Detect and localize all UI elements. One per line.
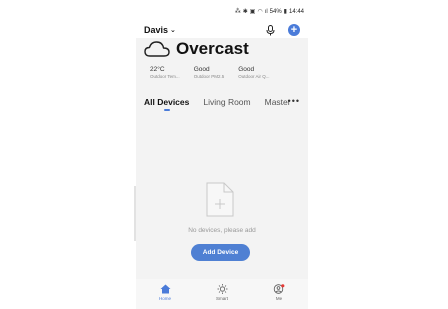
nav-home[interactable]: Home — [150, 284, 180, 301]
add-device-button[interactable]: Add Device — [191, 244, 250, 261]
microphone-button[interactable] — [264, 24, 276, 36]
metric-value: 22°C — [150, 66, 165, 73]
metric-label: Outdoor Tem... — [150, 74, 180, 79]
battery-percent: 54% — [269, 9, 282, 15]
metric-value: Good — [238, 66, 255, 73]
empty-message: No devices, please add — [188, 227, 256, 234]
weather-condition: Overcast — [176, 39, 249, 58]
tab-label: All Devices — [144, 97, 190, 107]
weather-summary: Overcast — [144, 38, 249, 60]
metric-value: Good — [193, 66, 210, 73]
metric-temperature: 22°C Outdoor Tem... — [150, 66, 180, 79]
nav-label: Me — [275, 296, 283, 301]
sun-icon — [217, 284, 227, 294]
metric-label: Outdoor Air Q... — [238, 74, 270, 79]
clock: 14:44 — [288, 9, 304, 15]
more-icon[interactable]: ••• — [288, 96, 300, 106]
nav-smart[interactable]: Smart — [207, 284, 237, 301]
metric-label: Outdoor PM2.5 — [193, 74, 225, 79]
room-tabs: All Devices Living Room Master ••• — [144, 96, 302, 113]
home-name: Davis — [144, 25, 169, 35]
status-bar: ⁂ ✱ ▣ ◠ ıl 54% ▮ 14:44 — [235, 7, 304, 17]
tab-living-room[interactable]: Living Room — [203, 97, 250, 107]
chevron-down-icon: ⌄ — [170, 27, 176, 34]
bottom-nav: Home Smart Me — [136, 279, 308, 309]
add-button[interactable]: + — [288, 24, 300, 36]
profile-icon — [273, 284, 285, 294]
header: Davis ⌄ + — [144, 23, 300, 37]
nav-me[interactable]: Me — [264, 284, 294, 301]
active-tab-indicator — [163, 109, 170, 111]
silent-icon: ▣ — [249, 9, 256, 15]
tab-all-devices[interactable]: All Devices — [144, 97, 190, 111]
battery-icon: ▮ — [283, 9, 287, 15]
nav-label: Smart — [215, 296, 228, 301]
metric-pm25: Good Outdoor PM2.5 — [194, 66, 225, 79]
home-selector[interactable]: Davis ⌄ — [144, 25, 176, 35]
cloud-icon — [144, 41, 170, 57]
microphone-icon — [266, 24, 274, 35]
nfc-icon: ⁂ — [234, 9, 241, 15]
tab-label: Living Room — [203, 97, 251, 107]
empty-document-icon — [206, 182, 234, 217]
metric-air-quality: Good Outdoor Air Q... — [238, 66, 269, 79]
home-icon — [160, 284, 170, 294]
bluetooth-icon: ✱ — [242, 9, 248, 15]
app-screen: ⁂ ✱ ▣ ◠ ıl 54% ▮ 14:44 Davis ⌄ + Overcas… — [136, 0, 308, 309]
weather-metrics: 22°C Outdoor Tem... Good Outdoor PM2.5 G… — [150, 66, 269, 79]
nav-label: Home — [158, 296, 171, 301]
signal-icon: ıl — [264, 9, 268, 15]
wifi-icon: ◠ — [257, 9, 263, 15]
